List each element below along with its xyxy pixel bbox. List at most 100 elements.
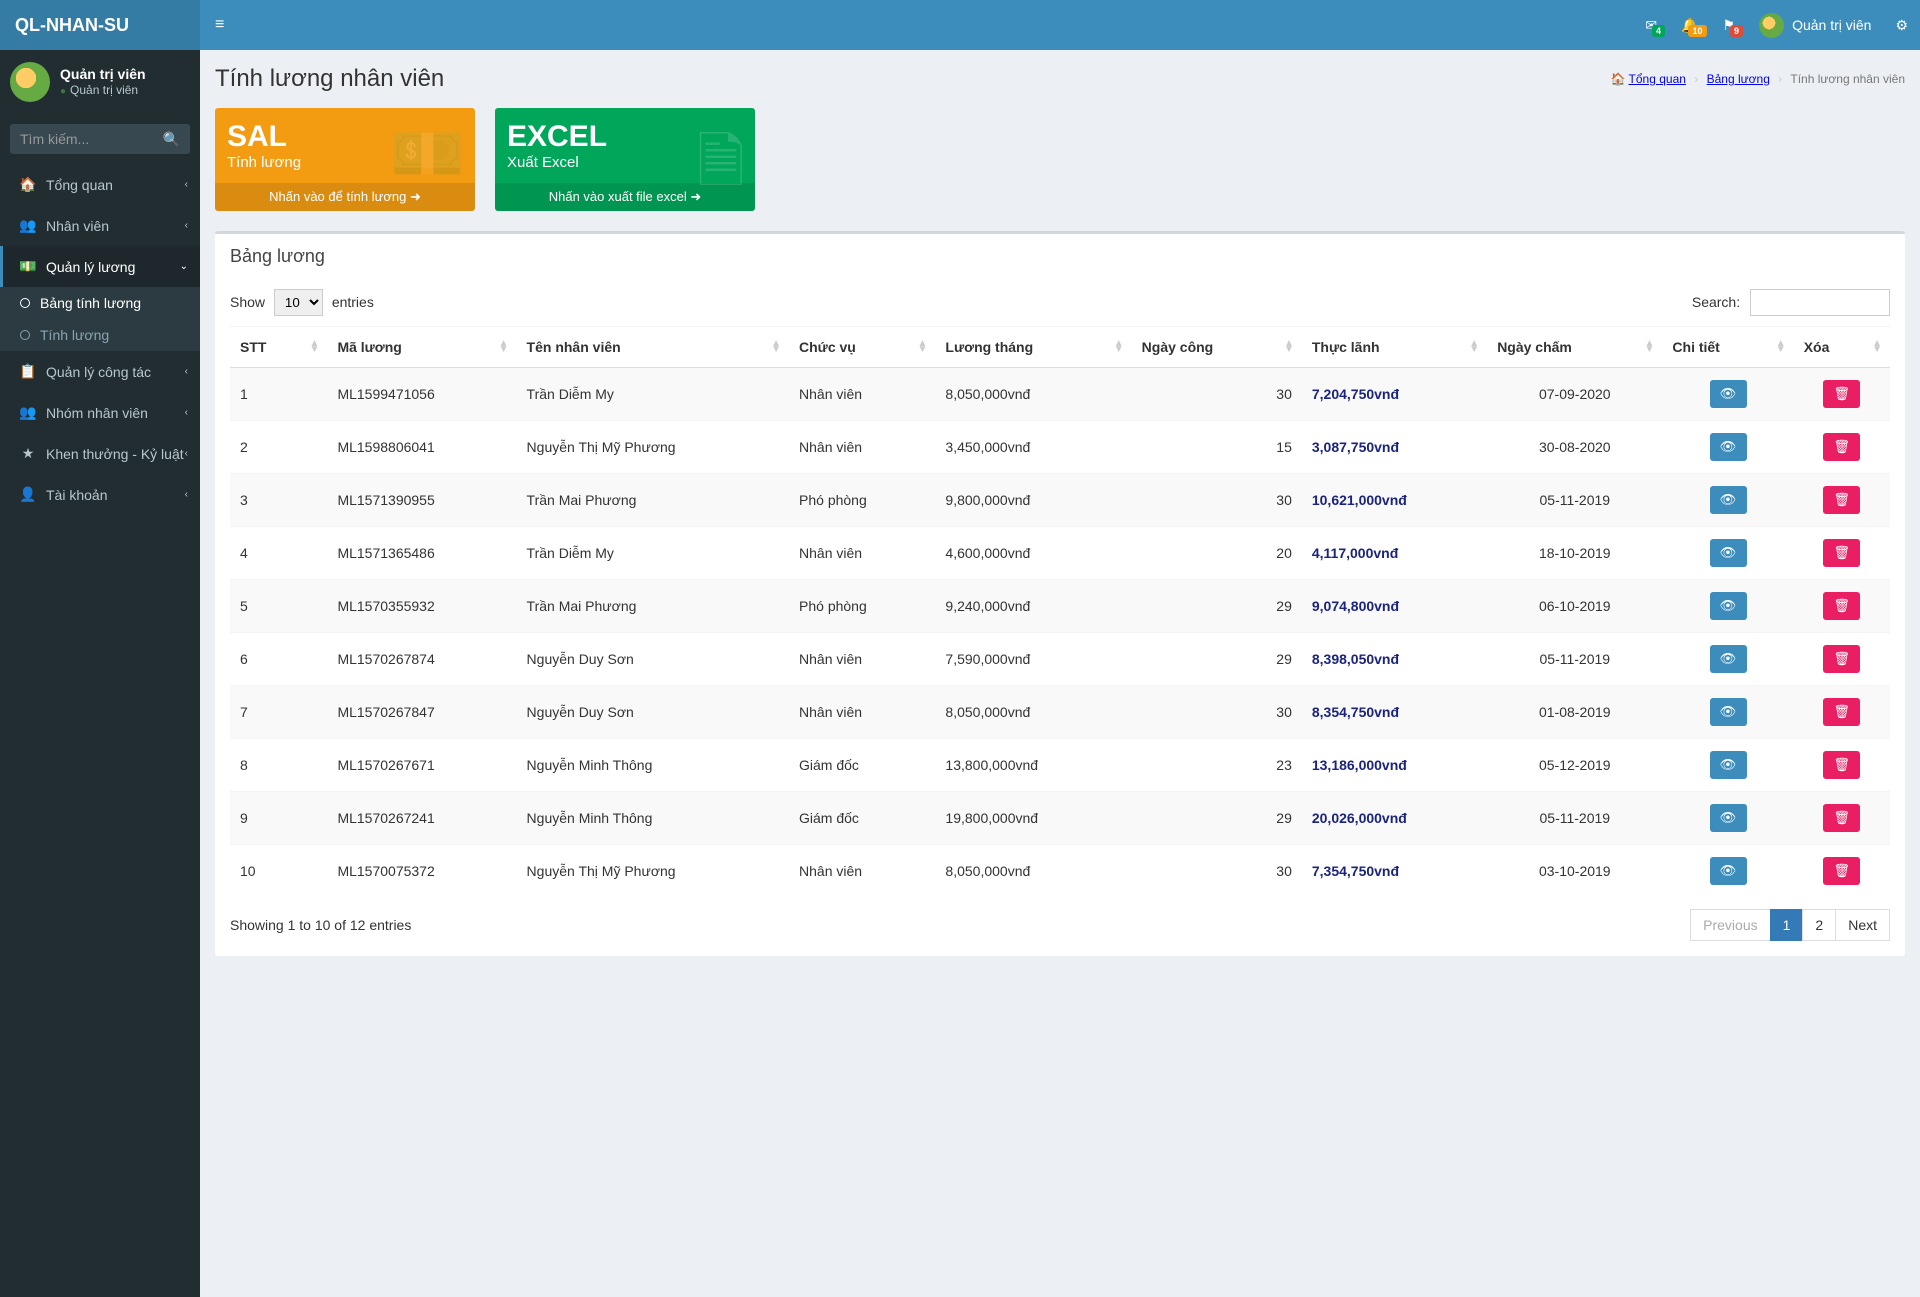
delete-button[interactable]	[1823, 380, 1860, 408]
length-show-label: Show	[230, 294, 265, 310]
view-button[interactable]	[1710, 804, 1747, 832]
table-cell: ML1570267847	[327, 686, 516, 739]
table-cell: Trần Mai Phương	[517, 580, 789, 633]
length-select[interactable]: 10	[274, 289, 323, 316]
sidebar-subitem-bangtinhluong[interactable]: Bảng tính lương	[0, 287, 200, 319]
table-cell: 13,800,000vnđ	[935, 739, 1131, 792]
topbar-settings[interactable]	[1883, 17, 1920, 34]
user-role: Quản trị viên	[60, 83, 146, 99]
pagination-previous[interactable]: Previous	[1690, 909, 1770, 941]
table-cell: ML1598806041	[327, 421, 516, 474]
table-header[interactable]: Thực lãnh▲▼	[1302, 327, 1487, 368]
delete-button[interactable]	[1823, 592, 1860, 620]
table-header[interactable]: Chi tiết▲▼	[1662, 327, 1793, 368]
trash-icon	[1833, 386, 1850, 402]
sidebar-item-khenthuong[interactable]: Khen thưởng - Kỷ luật ‹	[0, 433, 200, 474]
table-cell: Giám đốc	[789, 792, 935, 845]
view-button[interactable]	[1710, 486, 1747, 514]
breadcrumb-mid[interactable]: Bảng lương	[1707, 72, 1770, 86]
table-cell: 8,050,000vnđ	[935, 845, 1131, 898]
table-header[interactable]: Mã lương▲▼	[327, 327, 516, 368]
table-row: 6ML1570267874Nguyễn Duy SơnNhân viên7,59…	[230, 633, 1890, 686]
delete-button[interactable]	[1823, 698, 1860, 726]
view-button[interactable]	[1710, 857, 1747, 885]
topbar-notifications[interactable]: 10	[1669, 17, 1710, 34]
eye-icon	[1720, 863, 1737, 879]
delete-button[interactable]	[1823, 539, 1860, 567]
search-icon[interactable]	[163, 131, 180, 148]
table-cell: 30-08-2020	[1487, 421, 1662, 474]
delete-button[interactable]	[1823, 857, 1860, 885]
table-header[interactable]: Ngày chấm▲▼	[1487, 327, 1662, 368]
chevron-left-icon: ‹	[185, 448, 188, 459]
sidebar-item-nhanvien[interactable]: Nhân viên ‹	[0, 205, 200, 246]
pagination-page-2[interactable]: 2	[1802, 909, 1836, 941]
topbar-flags[interactable]: 9	[1711, 17, 1748, 34]
card-sal: SAL Tính lương Nhấn vào để tính lương	[215, 108, 475, 211]
table-header[interactable]: Tên nhân viên▲▼	[517, 327, 789, 368]
sidebar-item-tongquan[interactable]: Tổng quan ‹	[0, 164, 200, 205]
delete-button[interactable]	[1823, 486, 1860, 514]
table-cell: 7	[230, 686, 327, 739]
table-cell: Nguyễn Minh Thông	[517, 792, 789, 845]
table-cell: 4	[230, 527, 327, 580]
sidebar-subitem-tinhluong[interactable]: Tính lương	[0, 319, 200, 351]
table-cell: Nguyễn Thị Mỹ Phương	[517, 421, 789, 474]
salary-table: STT▲▼Mã lương▲▼Tên nhân viên▲▼Chức vụ▲▼L…	[230, 326, 1890, 897]
breadcrumb-home[interactable]: Tổng quan	[1629, 72, 1686, 86]
table-header[interactable]: STT▲▼	[230, 327, 327, 368]
view-button[interactable]	[1710, 380, 1747, 408]
sidebar-item-label: Tính lương	[40, 327, 109, 343]
sort-icon: ▲▼	[1645, 341, 1655, 353]
sidebar-item-taikhoan[interactable]: Tài khoản ‹	[0, 474, 200, 515]
task-icon	[18, 363, 38, 380]
user-icon	[18, 486, 38, 503]
sort-icon: ▲▼	[310, 341, 320, 353]
table-cell: 23	[1132, 739, 1302, 792]
delete-button[interactable]	[1823, 645, 1860, 673]
card-footer-label: Nhấn vào xuất file excel	[549, 189, 687, 204]
view-button[interactable]	[1710, 592, 1747, 620]
sidebar-item-congtac[interactable]: Quản lý công tác ‹	[0, 351, 200, 392]
delete-button[interactable]	[1823, 804, 1860, 832]
pagination-page-1[interactable]: 1	[1770, 909, 1804, 941]
datatable-length: Show 10 entries	[230, 289, 374, 316]
table-header[interactable]: Ngày công▲▼	[1132, 327, 1302, 368]
view-button[interactable]	[1710, 751, 1747, 779]
view-button[interactable]	[1710, 698, 1747, 726]
table-cell: 18-10-2019	[1487, 527, 1662, 580]
datatable-search-input[interactable]	[1750, 289, 1890, 316]
brand[interactable]: QL-NHAN-SU	[0, 0, 200, 50]
view-button[interactable]	[1710, 539, 1747, 567]
table-cell: Nhân viên	[789, 527, 935, 580]
table-cell: 8,050,000vnđ	[935, 368, 1131, 421]
delete-button[interactable]	[1823, 751, 1860, 779]
card-footer-label: Nhấn vào để tính lương	[269, 189, 406, 204]
view-button[interactable]	[1710, 433, 1747, 461]
view-button[interactable]	[1710, 645, 1747, 673]
topbar-mail[interactable]: 4	[1633, 17, 1669, 34]
sort-icon: ▲▼	[1284, 341, 1294, 353]
sidebar-item-quanlyluong[interactable]: Quản lý lương ⌄	[0, 246, 200, 287]
delete-button[interactable]	[1823, 433, 1860, 461]
trash-icon	[1833, 757, 1850, 773]
table-header[interactable]: Lương tháng▲▼	[935, 327, 1131, 368]
table-cell: Nhân viên	[789, 686, 935, 739]
circle-icon	[20, 298, 30, 308]
table-header[interactable]: Xóa▲▼	[1794, 327, 1890, 368]
topbar-user[interactable]: Quản trị viên	[1747, 13, 1883, 38]
trash-icon	[1833, 863, 1850, 879]
sidebar-item-nhom[interactable]: Nhóm nhân viên ‹	[0, 392, 200, 433]
eye-icon	[1720, 439, 1737, 455]
file-icon	[697, 118, 745, 211]
dashboard-icon	[18, 176, 38, 193]
table-header[interactable]: Chức vụ▲▼	[789, 327, 935, 368]
sidebar-toggle[interactable]	[200, 16, 239, 34]
group-icon	[18, 404, 38, 421]
star-icon	[18, 445, 38, 462]
table-cell: ML1571365486	[327, 527, 516, 580]
table-cell: 06-10-2019	[1487, 580, 1662, 633]
circle-icon	[20, 330, 30, 340]
pagination-next[interactable]: Next	[1835, 909, 1890, 941]
table-cell: 8	[230, 739, 327, 792]
